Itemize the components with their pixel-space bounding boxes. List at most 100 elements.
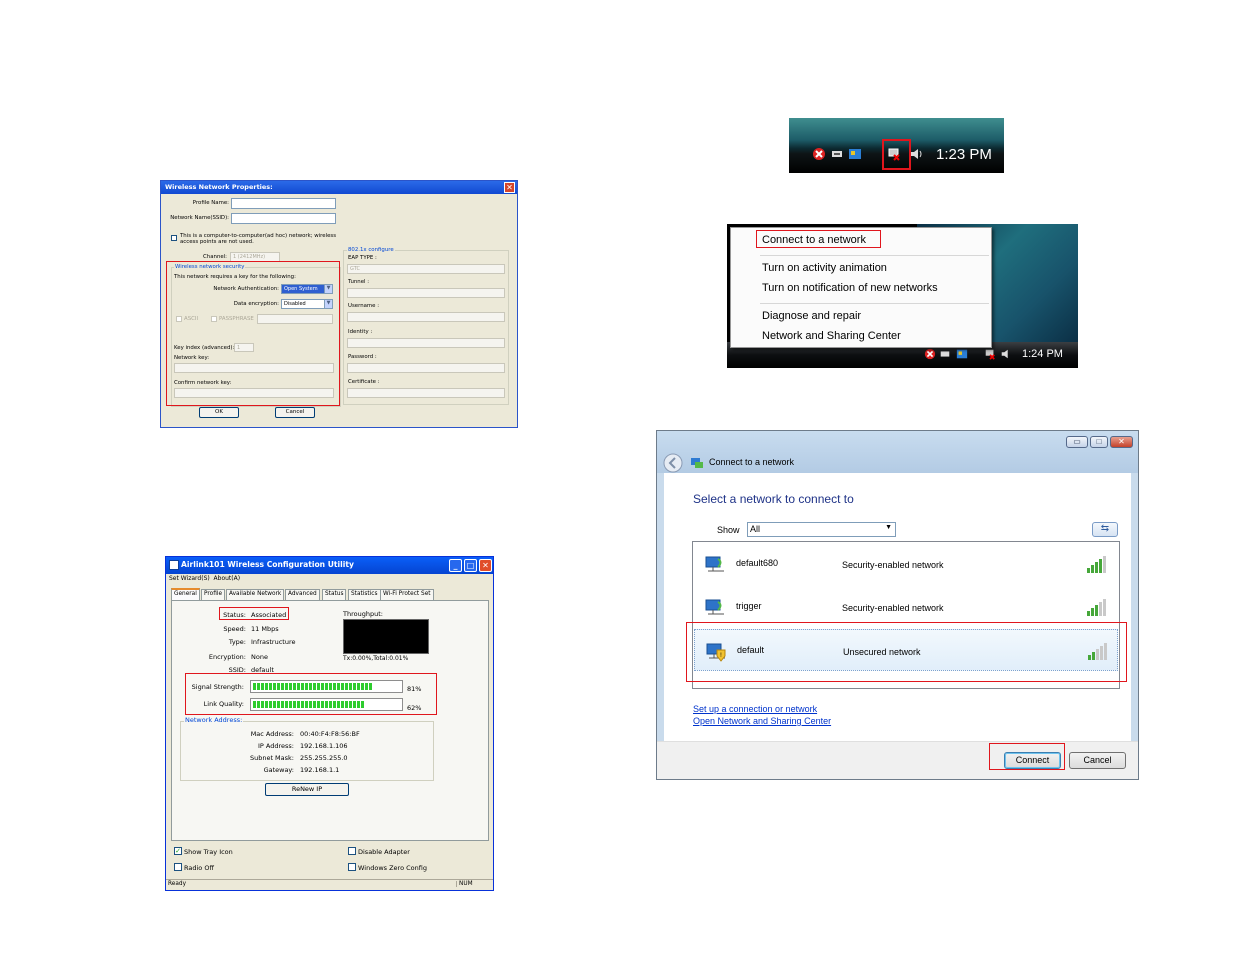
sharing-center-link[interactable]: Open Network and Sharing Center (693, 716, 831, 726)
refresh-icon[interactable]: ⇆ (1092, 522, 1118, 537)
wzc-checkbox[interactable] (348, 863, 356, 871)
tab-status[interactable]: Status (322, 589, 347, 600)
setup-connection-link[interactable]: Set up a connection or network (693, 704, 817, 714)
tab-advanced[interactable]: Advanced (285, 589, 320, 600)
menu-item-sharing-center[interactable]: Network and Sharing Center (762, 330, 901, 342)
network-type: Unsecured network (843, 647, 921, 657)
tab-statistics[interactable]: Statistics (348, 589, 381, 600)
menu-set-wizard[interactable]: Set Wizard(S) (169, 575, 210, 582)
ascii-label: ASCII (184, 316, 199, 322)
auth-select[interactable]: Open System ▼ (281, 284, 333, 294)
network-address-label: Network Address: (184, 716, 244, 724)
network-row-trigger[interactable]: trigger Security-enabled network (694, 586, 1118, 628)
show-tray-checkbox[interactable]: ✓ (174, 847, 182, 855)
password-input[interactable] (347, 363, 505, 373)
network-context-menu: Connect to a network Turn on activity an… (730, 227, 992, 348)
mac-label: Mac Address: (250, 730, 294, 738)
encryption-label: Encryption: (208, 653, 246, 661)
confirm-key-input[interactable] (174, 388, 334, 398)
encryption-value: None (251, 653, 268, 661)
maximize-icon[interactable]: □ (464, 559, 477, 572)
network-disconnected-icon[interactable] (887, 147, 901, 161)
chevron-down-icon: ▼ (324, 285, 332, 293)
tab-general[interactable]: General (171, 588, 200, 600)
usb-device-icon[interactable] (939, 348, 951, 360)
adhoc-checkbox[interactable] (171, 235, 177, 241)
network-disconnected-icon[interactable] (984, 348, 996, 360)
maximize-icon[interactable]: □ (1090, 436, 1108, 448)
radio-off-checkbox[interactable] (174, 863, 182, 871)
tunnel-select[interactable] (347, 288, 505, 298)
channel-select[interactable]: 1 (2412MHz) (230, 252, 280, 262)
8021x-group-label: 802.1x configure (347, 247, 395, 253)
network-key-input[interactable] (174, 363, 334, 373)
username-label: Username : (348, 303, 380, 309)
profile-name-input[interactable] (231, 198, 336, 209)
minimize-icon[interactable]: _ (449, 559, 462, 572)
passphrase-checkbox[interactable] (211, 316, 217, 322)
link-quality-fill (253, 701, 365, 708)
chevron-down-icon: ▼ (324, 300, 332, 308)
enc-select[interactable]: Disabled ▼ (281, 299, 333, 309)
secured-network-icon (705, 556, 724, 572)
tab-wifi-protect-set[interactable]: Wi-Fi Protect Set (380, 589, 434, 600)
network-icon (691, 458, 703, 468)
close-icon[interactable]: ✕ (1110, 436, 1133, 448)
volume-icon[interactable] (1000, 348, 1012, 360)
wzc-label: Windows Zero Config (358, 864, 427, 872)
clock-time[interactable]: 1:23 PM (936, 146, 992, 163)
usb-device-icon[interactable] (830, 147, 844, 161)
signal-label: Signal Strength: (191, 683, 244, 691)
key-index-select[interactable]: 1 (234, 343, 254, 352)
close-icon[interactable]: ✕ (479, 559, 492, 572)
show-select[interactable]: All ▼ (747, 522, 896, 537)
tab-profile[interactable]: Profile (201, 589, 226, 600)
renew-ip-button[interactable]: ReNew IP (265, 783, 349, 796)
ok-button[interactable]: OK (199, 407, 239, 418)
back-arrow-icon[interactable] (663, 453, 683, 473)
status-ready: Ready (168, 881, 186, 887)
shield-error-icon[interactable] (924, 348, 936, 360)
eap-select[interactable]: GTC (347, 264, 505, 274)
throughput-graph (343, 619, 429, 654)
enc-label: Data encryption: (233, 301, 279, 307)
shield-error-icon[interactable] (812, 147, 826, 161)
certificate-label: Certificate : (348, 379, 380, 385)
menu-item-connect[interactable]: Connect to a network (762, 234, 866, 246)
network-row-default680[interactable]: default680 Security-enabled network (694, 543, 1118, 585)
certificate-select[interactable] (347, 388, 505, 398)
menu-item-activity-animation[interactable]: Turn on activity animation (762, 262, 887, 274)
network-name: default680 (736, 558, 779, 568)
menu-item-notification[interactable]: Turn on notification of new networks (762, 282, 938, 294)
monitor-app-icon[interactable] (956, 348, 968, 360)
username-input[interactable] (347, 312, 505, 322)
network-list: default680 Security-enabled network trig… (692, 541, 1120, 689)
menu-item-diagnose[interactable]: Diagnose and repair (762, 310, 861, 322)
tab-available-network[interactable]: Available Network (226, 589, 285, 600)
network-row-default[interactable]: ! default Unsecured network (694, 629, 1118, 671)
password-label: Password : (348, 354, 377, 360)
close-icon[interactable]: ✕ (504, 182, 515, 193)
cancel-button[interactable]: Cancel (1069, 752, 1126, 769)
volume-icon[interactable] (909, 147, 923, 161)
minimize-icon[interactable]: ▭ (1066, 436, 1088, 448)
show-label: Show (717, 525, 740, 535)
identity-label: Identity : (348, 329, 373, 335)
ascii-checkbox[interactable] (176, 316, 182, 322)
identity-input[interactable] (347, 338, 505, 348)
network-type: Security-enabled network (842, 603, 944, 613)
type-value: Infrastructure (251, 638, 296, 646)
clock-time[interactable]: 1:24 PM (1022, 348, 1063, 360)
status-num: NUM (456, 881, 473, 887)
menu-separator (760, 255, 989, 256)
menu-about[interactable]: About(A) (214, 575, 241, 582)
disable-adapter-checkbox[interactable] (348, 847, 356, 855)
monitor-app-icon[interactable] (848, 147, 862, 161)
passphrase-input[interactable] (257, 314, 333, 324)
ssid-label: Network Name(SSID): (170, 215, 229, 221)
cancel-button[interactable]: Cancel (275, 407, 315, 418)
ssid-input[interactable] (231, 213, 336, 224)
security-note: This network requires a key for the foll… (174, 274, 296, 280)
security-group-label: Wireless network security (174, 264, 246, 270)
connect-button[interactable]: Connect (1004, 752, 1061, 769)
